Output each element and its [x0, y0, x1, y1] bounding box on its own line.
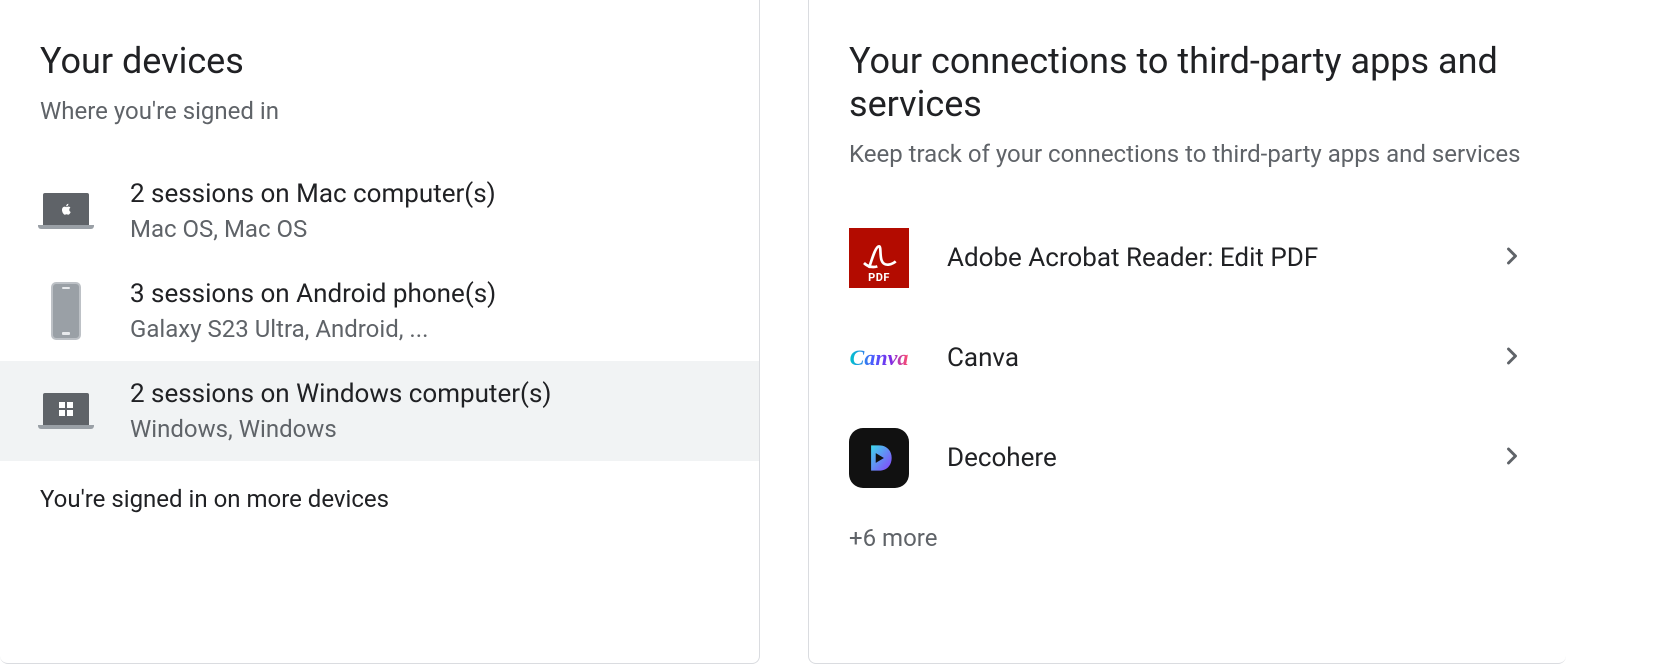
- chevron-right-icon: [1498, 342, 1526, 374]
- connections-list: PDF Adobe Acrobat Reader: Edit PDF Canva…: [809, 208, 1566, 508]
- android-phone-icon: [40, 285, 92, 337]
- device-item-mac[interactable]: 2 sessions on Mac computer(s) Mac OS, Ma…: [0, 161, 759, 261]
- connection-name: Canva: [947, 343, 1460, 373]
- devices-card: Your devices Where you're signed in 2 se…: [0, 0, 760, 664]
- device-title: 2 sessions on Mac computer(s): [130, 179, 496, 209]
- devices-subtitle: Where you're signed in: [40, 95, 719, 129]
- devices-title: Your devices: [40, 40, 719, 83]
- chevron-right-icon: [1498, 242, 1526, 274]
- connections-header: Your connections to third-party apps and…: [809, 0, 1566, 180]
- connection-item-adobe[interactable]: PDF Adobe Acrobat Reader: Edit PDF: [809, 208, 1566, 308]
- connections-card: Your connections to third-party apps and…: [808, 0, 1566, 664]
- connection-name: Adobe Acrobat Reader: Edit PDF: [947, 243, 1460, 273]
- connections-title: Your connections to third-party apps and…: [849, 40, 1526, 126]
- device-text: 2 sessions on Windows computer(s) Window…: [130, 379, 551, 443]
- windows-laptop-icon: [40, 385, 92, 437]
- chevron-right-icon: [1498, 442, 1526, 474]
- mac-laptop-icon: [40, 185, 92, 237]
- canva-icon: Canva: [849, 328, 909, 388]
- device-title: 2 sessions on Windows computer(s): [130, 379, 551, 409]
- devices-list: 2 sessions on Mac computer(s) Mac OS, Ma…: [0, 161, 759, 461]
- decohere-icon: [849, 428, 909, 488]
- device-item-windows[interactable]: 2 sessions on Windows computer(s) Window…: [0, 361, 759, 461]
- device-title: 3 sessions on Android phone(s): [130, 279, 496, 309]
- device-sub: Mac OS, Mac OS: [130, 215, 496, 243]
- more-connections-text[interactable]: +6 more: [809, 508, 1566, 568]
- device-text: 2 sessions on Mac computer(s) Mac OS, Ma…: [130, 179, 496, 243]
- device-sub: Windows, Windows: [130, 415, 551, 443]
- connection-name: Decohere: [947, 443, 1460, 473]
- adobe-acrobat-icon: PDF: [849, 228, 909, 288]
- connections-subtitle: Keep track of your connections to third-…: [849, 138, 1526, 172]
- device-sub: Galaxy S23 Ultra, Android, ...: [130, 315, 496, 343]
- devices-header: Your devices Where you're signed in: [0, 0, 759, 137]
- device-text: 3 sessions on Android phone(s) Galaxy S2…: [130, 279, 496, 343]
- more-devices-text: You're signed in on more devices: [0, 461, 759, 521]
- connection-item-decohere[interactable]: Decohere: [809, 408, 1566, 508]
- connection-item-canva[interactable]: Canva Canva: [809, 308, 1566, 408]
- device-item-android[interactable]: 3 sessions on Android phone(s) Galaxy S2…: [0, 261, 759, 361]
